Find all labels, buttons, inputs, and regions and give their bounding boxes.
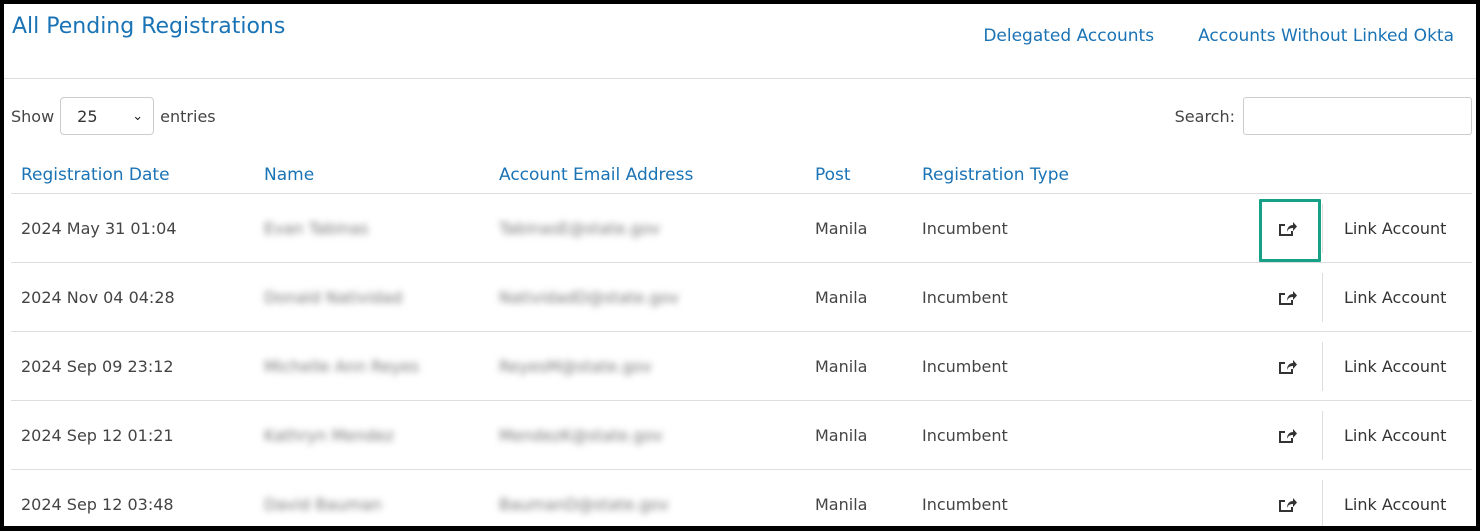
email-cell: NatividadD@state.gov [499, 287, 679, 307]
registration-type-cell: Incumbent [922, 494, 1008, 514]
cell-separator [1322, 342, 1323, 391]
open-registration-button[interactable] [1259, 332, 1315, 401]
cell-separator [1322, 204, 1323, 253]
share-export-icon [1279, 497, 1297, 512]
post-cell: Manila [815, 218, 868, 238]
registration-date-cell: 2024 May 31 01:04 [21, 218, 177, 238]
table-row: 2024 Sep 12 01:21 Kathryn Mendez MendezK… [11, 401, 1472, 470]
share-export-icon [1279, 290, 1297, 305]
table-row: 2024 Sep 12 03:48 David Bauman BaumanD@s… [11, 470, 1472, 526]
table-header: Registration Date Name Account Email Add… [11, 156, 1472, 194]
registration-type-cell: Incumbent [922, 218, 1008, 238]
link-account-button[interactable]: Link Account [1344, 263, 1446, 332]
page-title: All Pending Registrations [12, 14, 286, 39]
share-export-icon [1279, 221, 1297, 236]
app-frame: All Pending Registrations Delegated Acco… [0, 0, 1480, 531]
open-registration-button[interactable] [1259, 194, 1321, 263]
entries-select-value: 25 [77, 106, 98, 126]
post-cell: Manila [815, 425, 868, 445]
cell-separator [1322, 411, 1323, 460]
column-header-registration-type[interactable]: Registration Type [922, 165, 1222, 185]
column-header-email[interactable]: Account Email Address [499, 165, 815, 185]
link-account-button[interactable]: Link Account [1344, 401, 1446, 470]
column-header-name[interactable]: Name [264, 165, 499, 185]
chevron-down-icon: ⌄ [132, 108, 144, 124]
post-cell: Manila [815, 494, 868, 514]
name-cell: Michelle Ann Reyes [264, 356, 420, 376]
table-row: 2024 Sep 09 23:12 Michelle Ann Reyes Rey… [11, 332, 1472, 401]
email-cell: ReyesM@state.gov [499, 356, 652, 376]
column-header-registration-date[interactable]: Registration Date [11, 165, 264, 185]
search-control: Search: [1175, 97, 1472, 135]
delegated-accounts-link[interactable]: Delegated Accounts [983, 26, 1154, 46]
registration-type-cell: Incumbent [922, 425, 1008, 445]
registration-type-cell: Incumbent [922, 356, 1008, 376]
email-cell: BaumanD@state.gov [499, 494, 669, 514]
registration-type-cell: Incumbent [922, 287, 1008, 307]
search-input[interactable] [1243, 97, 1472, 135]
registrations-table: Registration Date Name Account Email Add… [11, 156, 1472, 526]
email-cell: MendezK@state.gov [499, 425, 663, 445]
open-registration-button[interactable] [1259, 470, 1315, 526]
top-nav: Delegated Accounts Accounts Without Link… [983, 26, 1454, 46]
show-label: Show [11, 106, 55, 126]
link-account-button[interactable]: Link Account [1344, 470, 1446, 526]
email-cell: TabinasE@state.gov [499, 218, 660, 238]
share-export-icon [1279, 428, 1297, 443]
registration-date-cell: 2024 Nov 04 04:28 [21, 287, 175, 307]
entries-label: entries [160, 106, 216, 126]
post-cell: Manila [815, 287, 868, 307]
registration-date-cell: 2024 Sep 12 01:21 [21, 425, 174, 445]
name-cell: Evan Tabinas [264, 218, 369, 238]
column-header-post[interactable]: Post [815, 165, 922, 185]
entries-select[interactable]: 25 ⌄ [60, 97, 155, 135]
registration-date-cell: 2024 Sep 09 23:12 [21, 356, 174, 376]
entries-length-control: Show 25 ⌄ entries [11, 97, 216, 135]
header-divider [4, 78, 1476, 79]
name-cell: Kathryn Mendez [264, 425, 394, 445]
cell-separator [1322, 273, 1323, 322]
name-cell: Donald Natividad [264, 287, 403, 307]
table-row: 2024 May 31 01:04 Evan Tabinas TabinasE@… [11, 194, 1472, 263]
link-account-button[interactable]: Link Account [1344, 194, 1446, 263]
open-registration-button[interactable] [1259, 401, 1315, 470]
cell-separator [1322, 480, 1323, 526]
name-cell: David Bauman [264, 494, 382, 514]
accounts-without-okta-link[interactable]: Accounts Without Linked Okta [1198, 26, 1454, 46]
share-export-icon [1279, 359, 1297, 374]
table-row: 2024 Nov 04 04:28 Donald Natividad Nativ… [11, 263, 1472, 332]
post-cell: Manila [815, 356, 868, 376]
registration-date-cell: 2024 Sep 12 03:48 [21, 494, 174, 514]
search-label: Search: [1174, 106, 1235, 126]
open-registration-button[interactable] [1259, 263, 1315, 332]
link-account-button[interactable]: Link Account [1344, 332, 1446, 401]
